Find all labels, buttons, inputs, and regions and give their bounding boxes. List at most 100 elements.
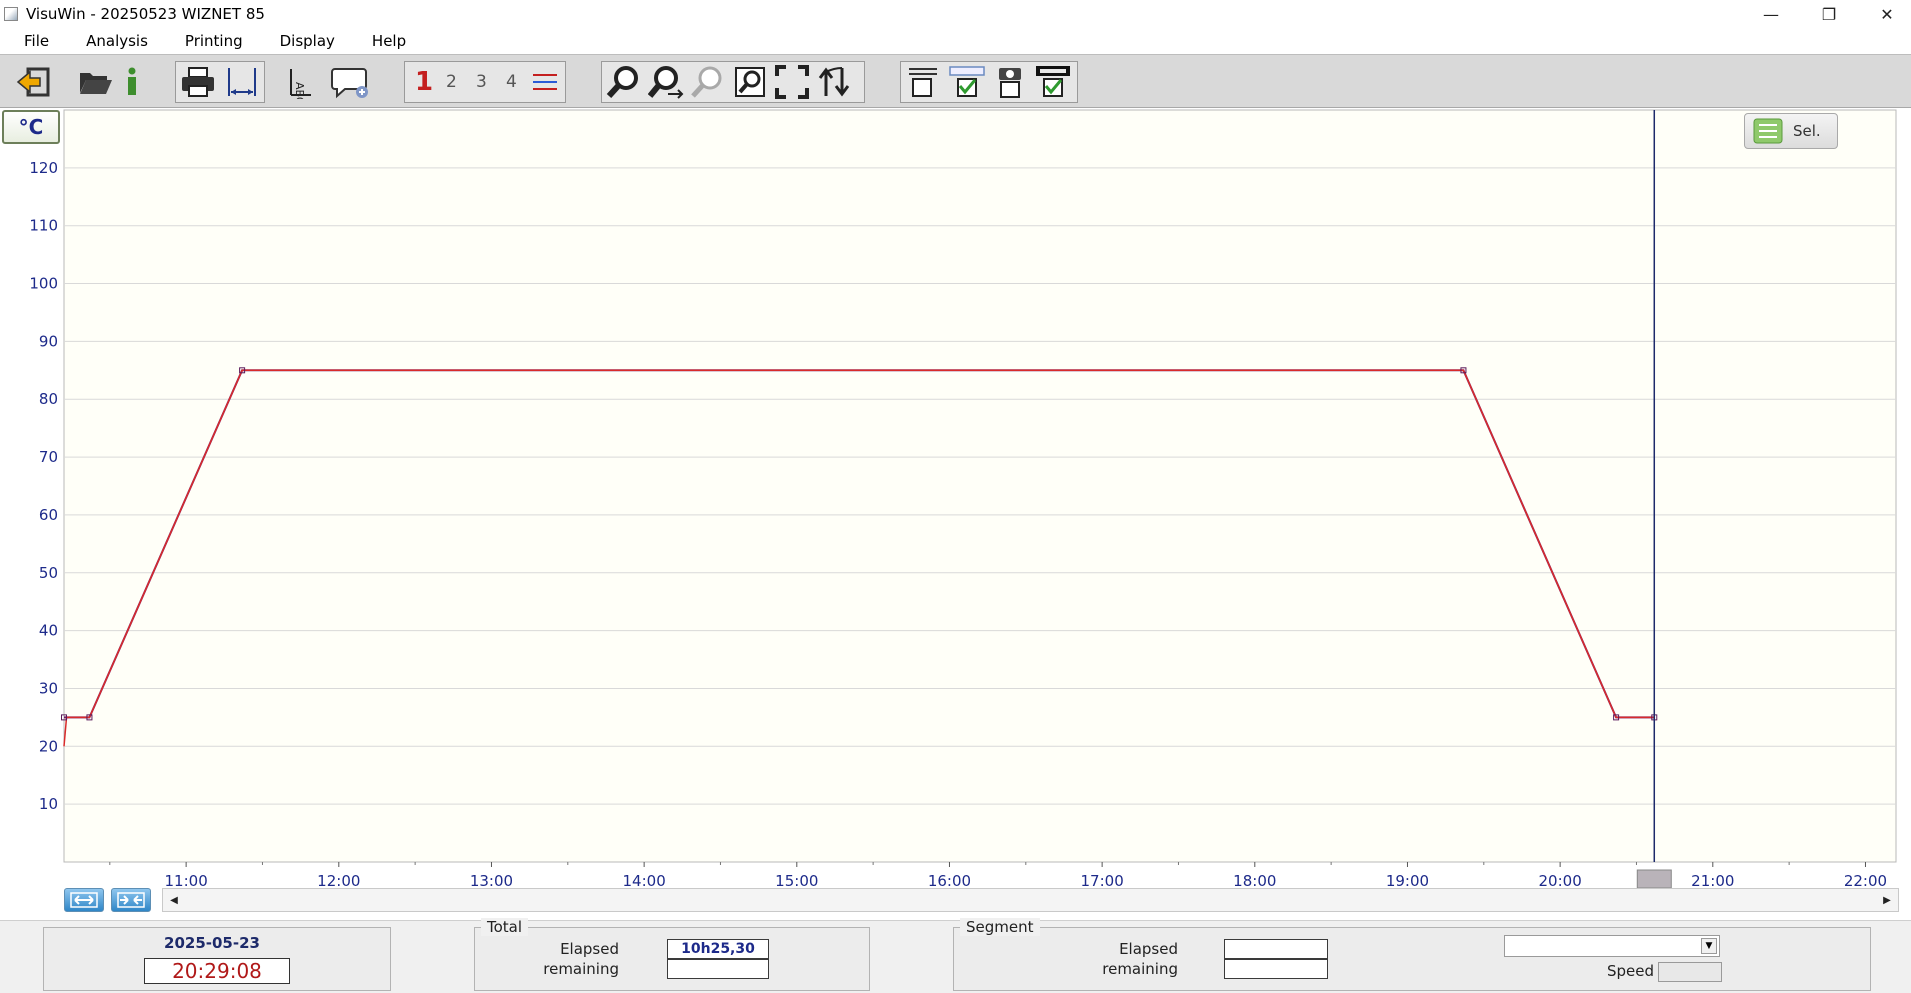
segment-elapsed-label: Elapsed — [1119, 940, 1178, 958]
zoom-group — [601, 61, 865, 103]
segment-remaining-label: remaining — [1102, 960, 1178, 978]
all-channels-button[interactable] — [527, 63, 563, 101]
horizontal-scrollbar[interactable]: ◀ ▶ — [162, 888, 1899, 912]
speed-select[interactable]: ▼ — [1504, 935, 1720, 957]
segment-remaining-value — [1224, 959, 1328, 979]
speed-label: Speed — [1606, 962, 1654, 980]
time-display: 20:29:08 — [144, 958, 290, 984]
zoom-horizontal-icon — [648, 66, 684, 99]
print-button[interactable] — [178, 63, 218, 101]
monitor-checked-icon — [1036, 66, 1070, 97]
segment-title: Segment — [960, 918, 1040, 936]
exit-icon — [16, 67, 50, 97]
window-title: VisuWin - 20250523 WIZNET 85 — [26, 5, 265, 23]
menu-bar: File Analysis Printing Display Help — [0, 28, 1911, 54]
menu-display[interactable]: Display — [256, 32, 348, 50]
y-tick-label: 110 — [29, 217, 58, 235]
title-bar: VisuWin - 20250523 WIZNET 85 — ❐ ✕ — [0, 0, 1911, 28]
zoom-out-button[interactable] — [688, 63, 728, 101]
table-off-button[interactable] — [903, 63, 943, 101]
print-group — [175, 61, 265, 103]
chevron-down-icon[interactable]: ▼ — [1701, 938, 1717, 954]
y-tick-label: 80 — [39, 390, 58, 408]
chart-area: 10 20 30 40 50 60 70 80 90 100 110 120 11:00 12:00 13… — [0, 108, 1911, 920]
channel-2-button[interactable]: 2 — [446, 72, 457, 92]
channel-group: 1 2 3 4 — [404, 61, 566, 103]
fit-all-button[interactable] — [772, 63, 812, 101]
channel-4-button[interactable]: 4 — [506, 72, 517, 92]
y-tick-label: 70 — [39, 448, 58, 466]
zoom-out-icon — [691, 66, 722, 98]
open-file-button[interactable] — [76, 63, 116, 101]
scroll-right-arrow[interactable]: ▶ — [1876, 889, 1898, 911]
page-width-icon — [228, 68, 256, 96]
compress-time-button[interactable] — [111, 888, 151, 912]
status-panel: 2025-05-23 20:29:08 Total Elapsed remain… — [0, 918, 1911, 993]
restore-button[interactable]: ❐ — [1800, 0, 1858, 28]
y-tick-label: 40 — [39, 622, 58, 640]
total-panel: Total Elapsed remaining 10h25,30 — [474, 918, 870, 991]
text-label-icon: ABC — [290, 69, 311, 99]
list-icon — [1753, 118, 1783, 144]
y-tick-label: 10 — [39, 795, 58, 813]
y-tick-label: 50 — [39, 564, 58, 582]
y-tick-label: 60 — [39, 506, 58, 524]
fit-all-icon — [775, 65, 809, 99]
sel-button[interactable]: Sel. — [1744, 113, 1838, 149]
y-tick-label: 90 — [39, 332, 58, 350]
total-elapsed-label: Elapsed — [560, 940, 619, 958]
zoom-window-icon — [735, 67, 765, 97]
compress-horizontal-icon — [117, 892, 145, 908]
toolbar: ABC 1 2 3 4 — [0, 54, 1911, 108]
comment-icon — [331, 68, 368, 99]
menu-printing[interactable]: Printing — [161, 32, 256, 50]
exit-button[interactable] — [14, 63, 54, 101]
channel-1-button[interactable]: 1 — [415, 67, 433, 97]
zoom-horizontal-button[interactable] — [646, 63, 686, 101]
zoom-button[interactable] — [604, 63, 644, 101]
info-icon — [128, 67, 136, 95]
printer-icon — [182, 67, 214, 97]
display-options-group — [900, 61, 1078, 103]
menu-help[interactable]: Help — [348, 32, 419, 50]
plot-background — [63, 109, 1897, 863]
segment-elapsed-value — [1224, 939, 1328, 959]
time-cursor-handle[interactable] — [1636, 869, 1672, 889]
zoom-window-button[interactable] — [730, 63, 770, 101]
total-title: Total — [481, 918, 529, 936]
scroll-left-arrow[interactable]: ◀ — [163, 889, 185, 911]
page-width-button[interactable] — [222, 63, 262, 101]
close-button[interactable]: ✕ — [1858, 0, 1911, 28]
speed-value-field[interactable] — [1658, 962, 1722, 982]
clock-panel: 2025-05-23 20:29:08 — [43, 927, 391, 991]
text-label-button[interactable]: ABC — [282, 63, 322, 101]
y-tick-label: 30 — [39, 679, 58, 697]
menu-analysis[interactable]: Analysis — [62, 32, 161, 50]
channel-3-button[interactable]: 3 — [476, 72, 487, 92]
sel-label: Sel. — [1793, 122, 1821, 140]
date-display: 2025-05-23 — [164, 934, 260, 952]
snapshot-button[interactable] — [991, 63, 1031, 101]
swap-icon — [818, 67, 850, 97]
expand-time-button[interactable] — [64, 888, 104, 912]
swap-button[interactable] — [814, 63, 854, 101]
table-on-button[interactable] — [947, 63, 987, 101]
open-folder-icon — [80, 73, 112, 94]
unit-badge[interactable]: °C — [2, 110, 60, 144]
y-tick-label: 120 — [29, 159, 58, 177]
comment-button[interactable] — [330, 63, 370, 101]
y-tick-label: 20 — [39, 737, 58, 755]
temperature-chart[interactable]: 10 20 30 40 50 60 70 80 90 100 110 120 11:00 12:00 13… — [0, 108, 1911, 890]
info-button[interactable] — [120, 63, 144, 101]
svg-text:ABC: ABC — [293, 82, 306, 99]
minimize-button[interactable]: — — [1742, 0, 1800, 28]
visuwin-window: VisuWin - 20250523 WIZNET 85 — ❐ ✕ File … — [0, 0, 1911, 993]
app-icon — [4, 7, 18, 21]
menu-file[interactable]: File — [0, 32, 62, 50]
y-tick-label: 100 — [29, 275, 58, 293]
segment-panel: Segment Elapsed remaining ▼ Speed — [953, 918, 1871, 991]
total-elapsed-value: 10h25,30 — [667, 939, 769, 959]
y-axis-ticks: 10 20 30 40 50 60 70 80 90 100 110 120 — [29, 159, 58, 813]
monitor-button[interactable] — [1033, 63, 1073, 101]
zoom-icon — [606, 66, 638, 99]
